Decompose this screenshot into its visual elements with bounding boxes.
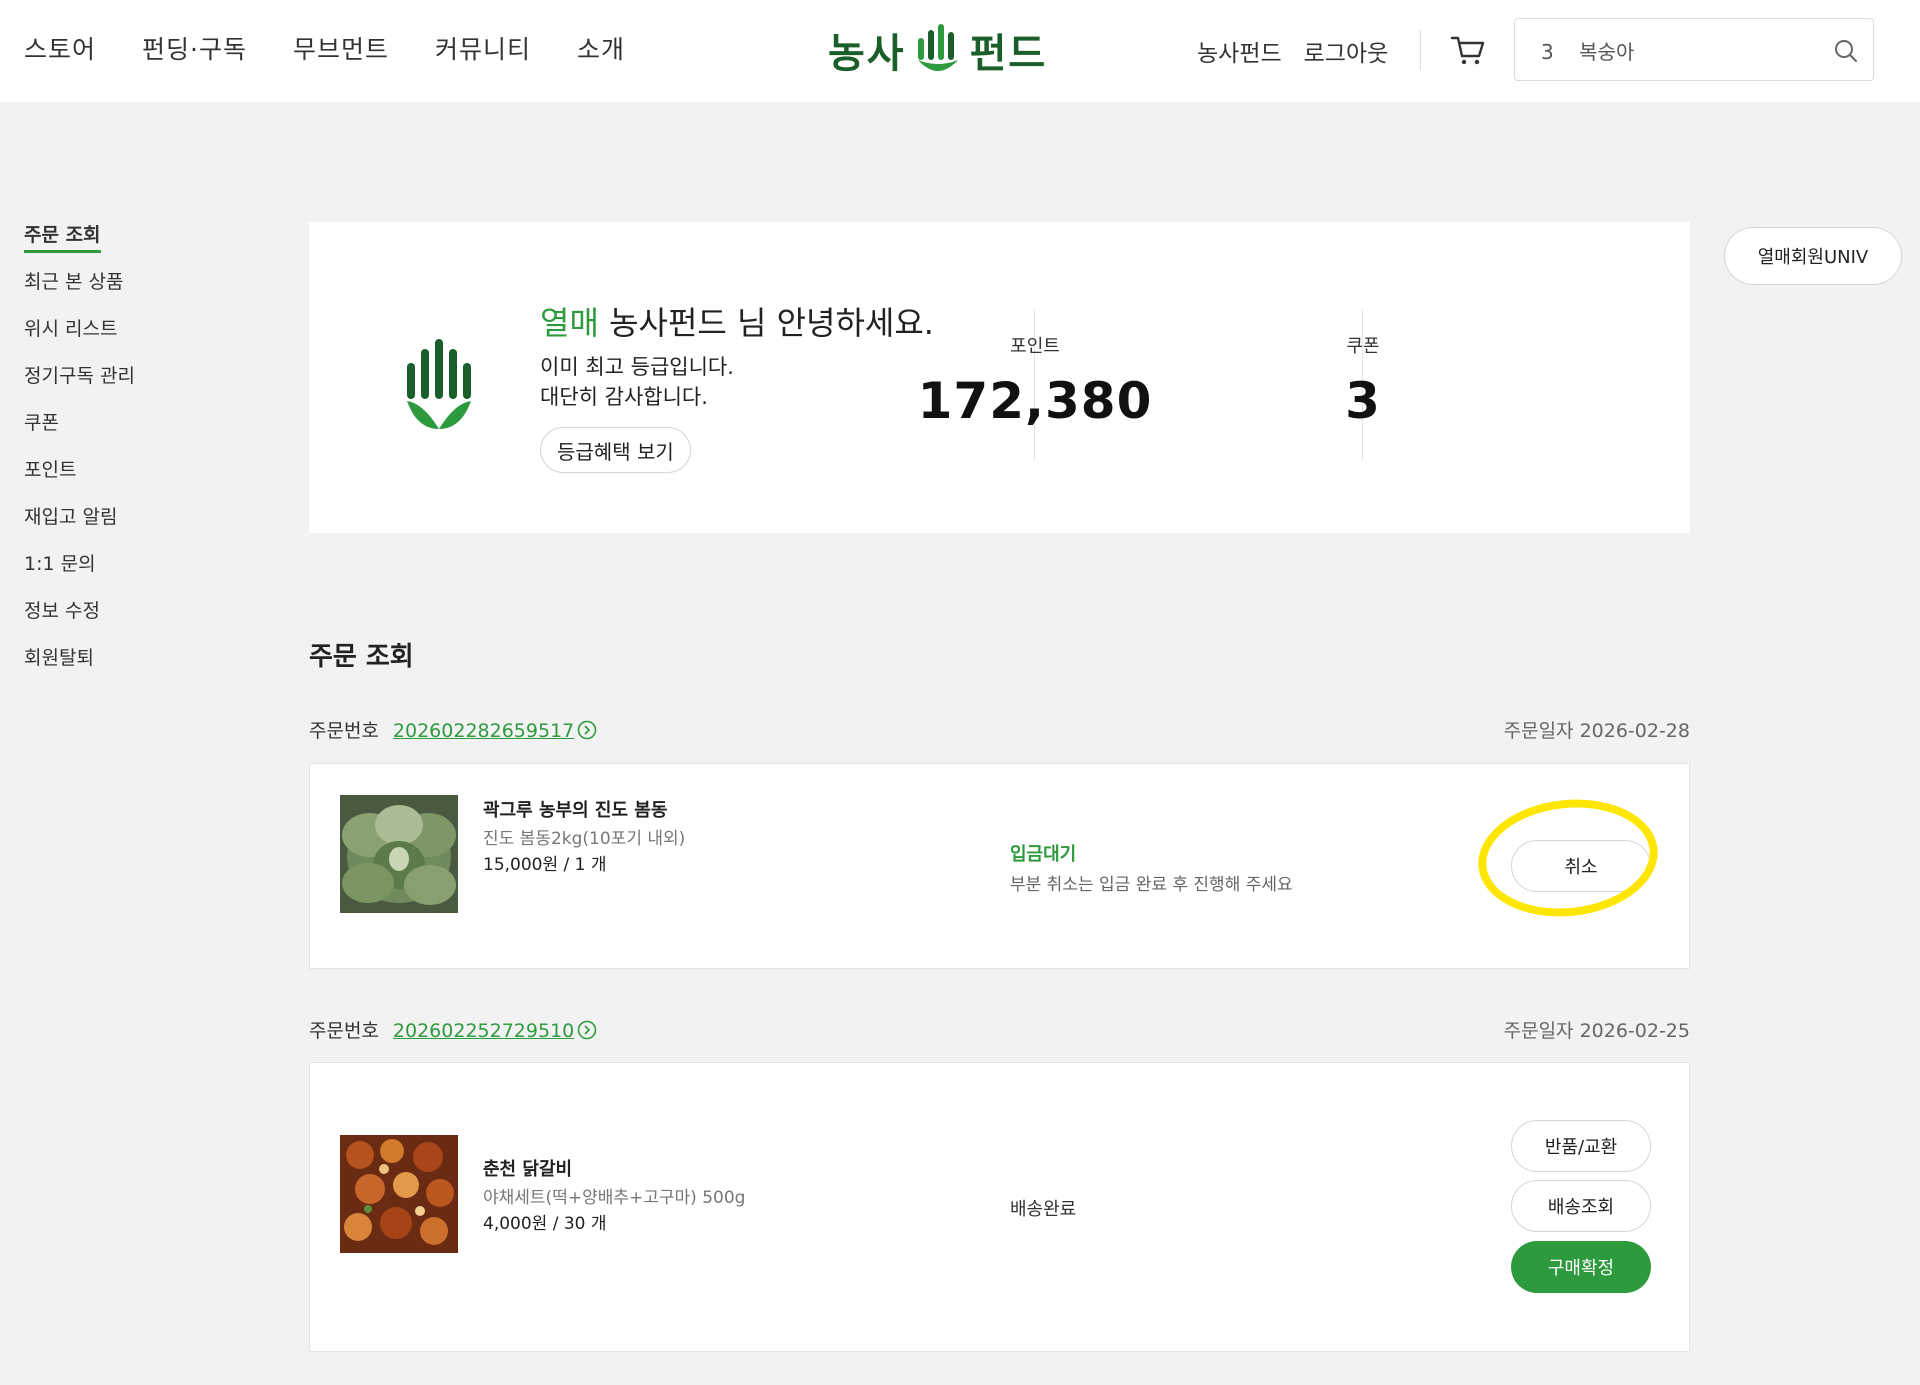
order-status: 배송완료 xyxy=(1010,1199,1077,1220)
order-number-label: 주문번호 xyxy=(309,720,379,742)
member-univ-button[interactable]: 열매회원UNIV xyxy=(1724,227,1902,285)
sidebar-item-subscription[interactable]: 정기구독 관리 xyxy=(24,361,135,408)
site-logo[interactable]: 농사 펀드 xyxy=(828,20,1047,80)
search-box xyxy=(1514,18,1874,81)
product-name[interactable]: 춘천 닭갈비 xyxy=(483,1155,572,1181)
grade-benefit-button[interactable]: 등급혜택 보기 xyxy=(540,427,691,473)
circle-arrow-right-icon xyxy=(577,1020,597,1040)
point-value: 172,380 xyxy=(917,372,1153,430)
order-date: 주문일자 2026-02-25 xyxy=(1503,1020,1690,1042)
sidebar-item-point[interactable]: 포인트 xyxy=(24,455,135,502)
order-number-label: 주문번호 xyxy=(309,1020,379,1042)
order-status: 입금대기 xyxy=(1010,844,1077,865)
sidebar-item-wishlist[interactable]: 위시 리스트 xyxy=(24,314,135,361)
nav-about[interactable]: 소개 xyxy=(577,30,625,66)
orders-section-title: 주문 조회 xyxy=(309,642,414,672)
grade-sprout-icon xyxy=(407,339,471,429)
coupon-label: 쿠폰 xyxy=(1346,336,1380,357)
search-input[interactable] xyxy=(1541,33,1821,67)
product-price-qty: 4,000원 / 30 개 xyxy=(483,1214,607,1234)
track-delivery-button[interactable]: 배송조회 xyxy=(1511,1180,1651,1232)
profile-card: 열매 농사펀드 님 안녕하세요. 이미 최고 등급입니다. 대단히 감사합니다.… xyxy=(309,222,1690,533)
order-number-link[interactable]: 202602252729510 xyxy=(393,1020,597,1042)
sidebar-item-recent[interactable]: 최근 본 상품 xyxy=(24,267,135,314)
product-image-dakgalbi[interactable] xyxy=(340,1135,458,1253)
coupon-stat[interactable]: 쿠폰 3 xyxy=(1198,332,1528,430)
sidebar-item-withdraw[interactable]: 회원탈퇴 xyxy=(24,643,135,690)
main-nav: 스토어 펀딩·구독 무브먼트 커뮤니티 소개 xyxy=(24,30,625,66)
nav-store[interactable]: 스토어 xyxy=(24,30,96,66)
site-header: 스토어 펀딩·구독 무브먼트 커뮤니티 소개 농사 펀드 농사펀드 로그아웃 xyxy=(0,0,1920,102)
order-card: 춘천 닭갈비 야채세트(떡+양배추+고구마) 500g 4,000원 / 30 … xyxy=(309,1062,1690,1352)
product-image-spring-cabbage[interactable] xyxy=(340,795,458,913)
order-header: 주문번호 202602252729510 주문일자 2026-02-25 xyxy=(309,1016,1690,1046)
cart-icon[interactable] xyxy=(1450,32,1486,68)
product-name[interactable]: 곽그루 농부의 진도 봄동 xyxy=(483,796,667,822)
search-icon[interactable] xyxy=(1833,38,1859,64)
order-date: 주문일자 2026-02-28 xyxy=(1503,720,1690,742)
logout-link[interactable]: 로그아웃 xyxy=(1304,34,1389,68)
confirm-purchase-button[interactable]: 구매확정 xyxy=(1511,1241,1651,1293)
order-number-link[interactable]: 202602282659517 xyxy=(393,720,597,742)
sidebar-item-restock[interactable]: 재입고 알림 xyxy=(24,502,135,549)
point-stat[interactable]: 포인트 172,380 xyxy=(870,332,1200,430)
sidebar-item-inquiry[interactable]: 1:1 문의 xyxy=(24,549,135,596)
user-name-link[interactable]: 농사펀드 xyxy=(1197,34,1282,68)
sidebar-item-coupon[interactable]: 쿠폰 xyxy=(24,408,135,455)
product-option: 진도 봄동2kg(10포기 내외) xyxy=(483,829,686,849)
order-number: 202602252729510 xyxy=(392,1020,575,1042)
coupon-value: 3 xyxy=(1345,372,1381,430)
return-exchange-button[interactable]: 반품/교환 xyxy=(1511,1120,1651,1172)
dakgalbi-image xyxy=(340,1135,458,1253)
product-option: 야채세트(떡+양배추+고구마) 500g xyxy=(483,1188,746,1208)
grade-name: 열매 xyxy=(540,304,599,342)
sidebar-item-label: 주문 조회 xyxy=(24,224,101,253)
nav-funding[interactable]: 펀딩·구독 xyxy=(142,30,247,66)
logo-text-left: 농사 xyxy=(828,31,906,77)
sidebar-item-orders[interactable]: 주문 조회 xyxy=(24,220,135,267)
nav-community[interactable]: 커뮤니티 xyxy=(435,30,531,66)
sprout-hand-icon xyxy=(917,24,958,71)
order-status-note: 부분 취소는 입금 완료 후 진행해 주세요 xyxy=(1010,875,1293,895)
nav-movement[interactable]: 무브먼트 xyxy=(293,30,389,66)
sidebar-item-edit-info[interactable]: 정보 수정 xyxy=(24,596,135,643)
product-price-qty: 15,000원 / 1 개 xyxy=(483,855,607,875)
logo-text-right: 펀드 xyxy=(969,31,1048,77)
greeting-line-2: 대단히 감사합니다. xyxy=(540,385,708,409)
order-number: 202602282659517 xyxy=(392,720,575,742)
greeting-line-1: 이미 최고 등급입니다. xyxy=(540,355,734,379)
mypage-sidebar: 주문 조회 최근 본 상품 위시 리스트 정기구독 관리 쿠폰 포인트 재입고 … xyxy=(24,220,135,690)
greeting-message: 이미 최고 등급입니다. 대단히 감사합니다. xyxy=(540,352,734,412)
header-divider xyxy=(1420,30,1421,70)
point-label: 포인트 xyxy=(1010,336,1060,357)
circle-arrow-right-icon xyxy=(577,720,597,740)
cabbage-image xyxy=(340,795,458,913)
user-menu: 농사펀드 로그아웃 xyxy=(1197,34,1388,68)
order-header: 주문번호 202602282659517 주문일자 2026-02-28 xyxy=(309,716,1690,746)
